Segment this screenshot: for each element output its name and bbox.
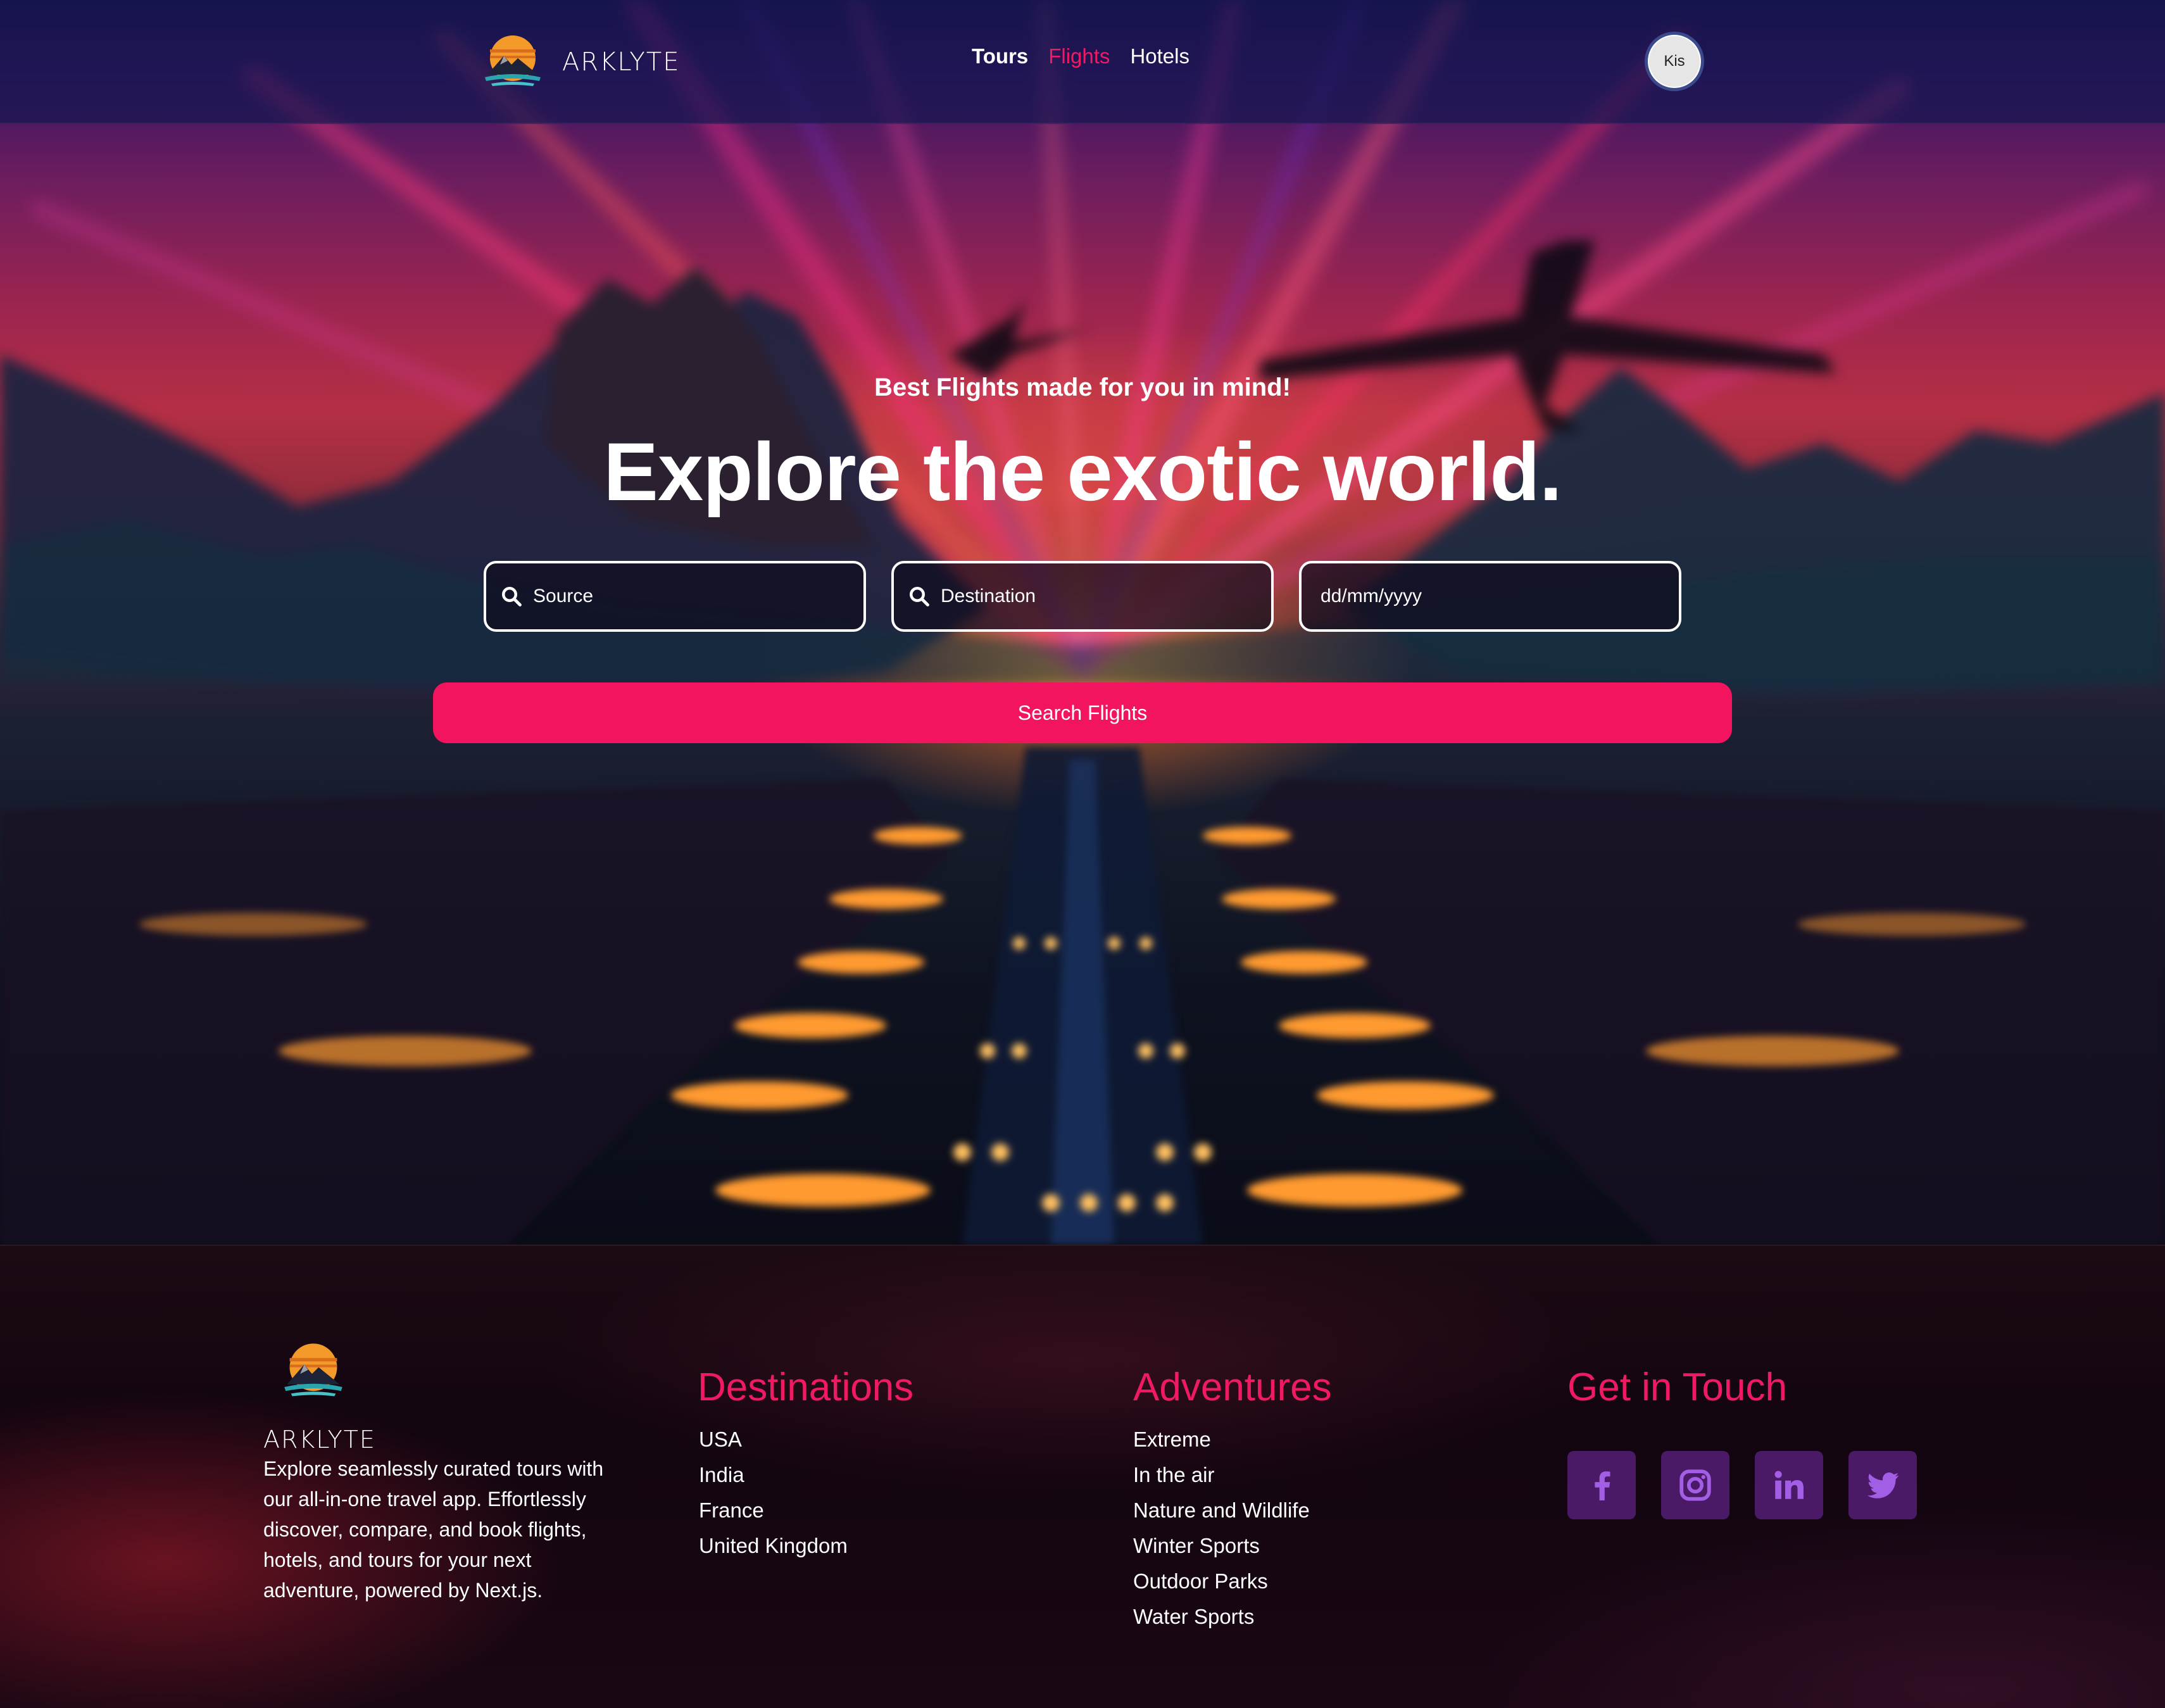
adventure-link-winter-sports[interactable]: Winter Sports <box>1133 1534 1260 1557</box>
hero-section: ARKLYTE Tours Flights Hotels Kis Best Fl… <box>0 0 2165 1245</box>
main-nav: Tours Flights Hotels <box>972 44 1189 68</box>
source-input[interactable] <box>532 585 836 608</box>
list-item[interactable]: In the air <box>1133 1462 1310 1498</box>
adventures-list: Extreme In the air Nature and Wildlife W… <box>1133 1427 1310 1640</box>
list-item[interactable]: United Kingdom <box>699 1533 848 1569</box>
adventures-heading: Adventures <box>1133 1366 1332 1409</box>
destination-link-france[interactable]: France <box>699 1498 764 1522</box>
top-navbar: ARKLYTE Tours Flights Hotels Kis <box>0 0 2165 124</box>
date-input[interactable] <box>1319 585 1623 608</box>
search-flights-button[interactable]: Search Flights <box>433 682 1732 743</box>
list-item[interactable]: Water Sports <box>1133 1604 1310 1640</box>
facebook-icon <box>1595 1471 1610 1501</box>
contact-heading: Get in Touch <box>1567 1366 1787 1409</box>
search-icon <box>910 587 929 606</box>
user-avatar[interactable]: Kis <box>1645 32 1704 91</box>
destination-link-india[interactable]: India <box>699 1463 744 1486</box>
destinations-list: USA India France United Kingdom <box>699 1427 848 1569</box>
destination-link-united-kingdom[interactable]: United Kingdom <box>699 1534 848 1557</box>
sunset-mountain-logo-icon <box>284 1343 342 1397</box>
footer-brand-name: ARKLYTE <box>263 1426 376 1454</box>
list-item[interactable]: France <box>699 1498 848 1533</box>
date-field[interactable] <box>1299 561 1681 632</box>
hero-subtitle: Best Flights made for you in mind! <box>874 374 1291 401</box>
social-links <box>1567 1451 1917 1519</box>
brand-link[interactable]: ARKLYTE <box>479 30 681 94</box>
linkedin-button[interactable] <box>1755 1451 1823 1519</box>
twitter-button[interactable] <box>1848 1451 1917 1519</box>
footer-description: Explore seamlessly curated tours with ou… <box>263 1457 604 1602</box>
instagram-icon <box>1679 1469 1711 1501</box>
nav-link-hotels[interactable]: Hotels <box>1130 44 1189 68</box>
list-item[interactable]: Nature and Wildlife <box>1133 1498 1310 1533</box>
list-item[interactable]: Outdoor Parks <box>1133 1569 1310 1604</box>
adventure-link-extreme[interactable]: Extreme <box>1133 1428 1211 1451</box>
nav-link-flights[interactable]: Flights <box>1048 44 1110 68</box>
list-item[interactable]: USA <box>699 1427 848 1462</box>
adventure-link-outdoor-parks[interactable]: Outdoor Parks <box>1133 1569 1268 1593</box>
hero-title: Explore the exotic world. <box>603 425 1562 518</box>
adventure-link-nature-wildlife[interactable]: Nature and Wildlife <box>1133 1498 1310 1522</box>
adventure-link-in-the-air[interactable]: In the air <box>1133 1463 1214 1486</box>
destinations-heading: Destinations <box>698 1366 914 1409</box>
list-item[interactable]: Extreme <box>1133 1427 1310 1462</box>
adventure-link-water-sports[interactable]: Water Sports <box>1133 1605 1254 1628</box>
destination-field[interactable] <box>891 561 1274 632</box>
list-item[interactable]: India <box>699 1462 848 1498</box>
twitter-icon <box>1867 1472 1899 1498</box>
destination-input[interactable] <box>939 585 1243 608</box>
instagram-button[interactable] <box>1661 1451 1729 1519</box>
sunset-mountain-logo-icon <box>485 35 541 86</box>
brand-name: ARKLYTE <box>562 47 681 77</box>
list-item[interactable]: Winter Sports <box>1133 1533 1310 1569</box>
nav-link-tours[interactable]: Tours <box>972 44 1028 68</box>
facebook-button[interactable] <box>1567 1451 1636 1519</box>
search-icon <box>502 587 522 606</box>
linkedin-icon <box>1774 1471 1804 1499</box>
destination-link-usa[interactable]: USA <box>699 1428 742 1451</box>
source-field[interactable] <box>484 561 866 632</box>
